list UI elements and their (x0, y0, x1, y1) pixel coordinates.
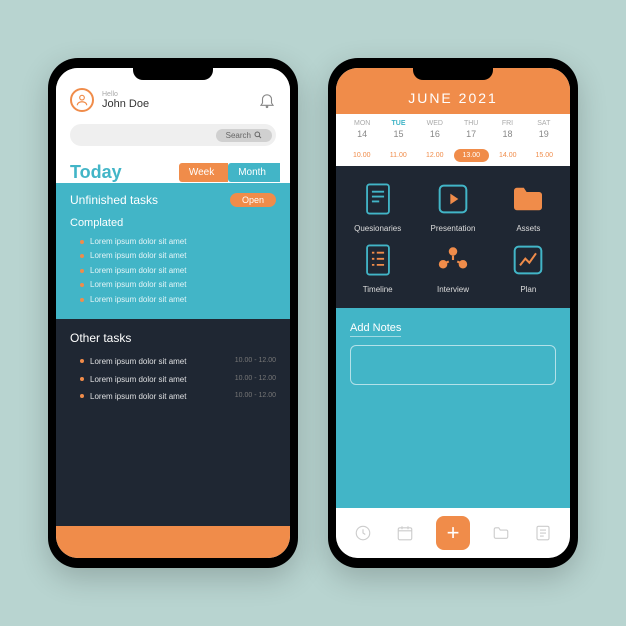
weekday[interactable]: FRI (489, 120, 525, 127)
nav-dashboard-icon[interactable] (352, 522, 374, 544)
weekday[interactable]: THU (453, 120, 489, 127)
daynum[interactable]: 18 (489, 129, 525, 139)
search-icon (254, 131, 262, 139)
screen-right: JUNE 2021 MON TUE WED THU FRI SAT 14 15 … (336, 68, 570, 558)
tab-week[interactable]: Week (179, 163, 228, 182)
daynum[interactable]: 17 (453, 129, 489, 139)
unfinished-label: Unfinished tasks (70, 193, 158, 207)
other-tasks-panel: Other tasks Lorem ipsum dolor sit amet 10… (56, 319, 290, 526)
daynum-row: 14 15 16 17 18 19 (336, 129, 570, 145)
bell-icon[interactable] (258, 91, 276, 109)
open-button[interactable]: Open (230, 193, 276, 207)
notch (133, 66, 213, 80)
search-input[interactable]: Search (70, 124, 276, 146)
task-text: Lorem ipsum dolor sit amet (90, 371, 186, 389)
phone-right: JUNE 2021 MON TUE WED THU FRI SAT 14 15 … (328, 58, 578, 568)
task-time: 10.00 - 12.00 (235, 388, 276, 406)
search-button[interactable]: Search (216, 129, 272, 142)
time-slot[interactable]: 10.00 (344, 149, 380, 162)
category-label: Assets (516, 224, 540, 233)
avatar[interactable] (70, 88, 94, 112)
task-item[interactable]: Lorem ipsum dolor sit amet (80, 264, 276, 278)
hello-label: Hello (102, 91, 149, 98)
other-task-list: Lorem ipsum dolor sit amet10.00 - 12.00 … (70, 353, 276, 406)
category-interview[interactable]: Interview (419, 241, 486, 294)
category-grid: Quesionaries Presentation Assets Timelin… (336, 166, 570, 308)
folder-icon (509, 180, 547, 218)
weekday[interactable]: MON (344, 120, 380, 127)
view-tabs: Today Week Month (56, 156, 290, 183)
play-icon (434, 180, 472, 218)
category-quesionaries[interactable]: Quesionaries (344, 180, 411, 233)
tab-month[interactable]: Month (228, 163, 280, 182)
footer-bar (56, 526, 290, 558)
chart-icon (509, 241, 547, 279)
screen-left: Hello John Doe Search Today Week Month U… (56, 68, 290, 558)
notch (413, 66, 493, 80)
nav-folder-icon[interactable] (490, 522, 512, 544)
daynum[interactable]: 16 (417, 129, 453, 139)
time-slot[interactable]: 14.00 (490, 149, 526, 162)
category-timeline[interactable]: Timeline (344, 241, 411, 294)
task-text: Lorem ipsum dolor sit amet (90, 353, 186, 371)
time-slot-active[interactable]: 13.00 (454, 149, 490, 162)
category-label: Interview (437, 285, 469, 294)
notes-label: Add Notes (350, 322, 401, 337)
task-time: 10.00 - 12.00 (235, 353, 276, 371)
task-item[interactable]: Lorem ipsum dolor sit amet 10.00 - 12.00 (80, 371, 276, 389)
task-item[interactable]: Lorem ipsum dolor sit amet (80, 235, 276, 249)
daynum[interactable]: 14 (344, 129, 380, 139)
task-time: 10.00 - 12.00 (235, 371, 276, 389)
notes-input[interactable] (350, 345, 556, 385)
task-text: Lorem ipsum dolor sit amet (90, 388, 186, 406)
category-plan[interactable]: Plan (495, 241, 562, 294)
document-icon (359, 180, 397, 218)
user-block[interactable]: Hello John Doe (70, 88, 149, 112)
time-row: 10.00 11.00 12.00 13.00 14.00 15.00 (342, 145, 564, 166)
people-icon (434, 241, 472, 279)
other-tasks-label: Other tasks (70, 331, 276, 345)
time-slot[interactable]: 15.00 (527, 149, 563, 162)
category-label: Timeline (363, 285, 393, 294)
list-icon (359, 241, 397, 279)
notes-panel: Add Notes (336, 308, 570, 508)
completed-task-list: Lorem ipsum dolor sit amet Lorem ipsum d… (70, 235, 276, 307)
category-assets[interactable]: Assets (495, 180, 562, 233)
time-slot[interactable]: 11.00 (381, 149, 417, 162)
bottom-nav: + (336, 508, 570, 558)
daynum[interactable]: 15 (380, 129, 416, 139)
tab-today[interactable]: Today (70, 162, 175, 183)
nav-add-button[interactable]: + (436, 516, 470, 550)
category-label: Plan (520, 285, 536, 294)
task-item[interactable]: Lorem ipsum dolor sit amet 10.00 - 12.00 (80, 353, 276, 371)
category-label: Presentation (431, 224, 476, 233)
daynum[interactable]: 19 (526, 129, 562, 139)
nav-notes-icon[interactable] (532, 522, 554, 544)
nav-calendar-icon[interactable] (394, 522, 416, 544)
phone-left: Hello John Doe Search Today Week Month U… (48, 58, 298, 568)
category-label: Quesionaries (354, 224, 401, 233)
category-presentation[interactable]: Presentation (419, 180, 486, 233)
search-button-label: Search (226, 131, 251, 140)
weekday-row: MON TUE WED THU FRI SAT (336, 114, 570, 129)
weekday[interactable]: SAT (526, 120, 562, 127)
weekday-active[interactable]: TUE (380, 120, 416, 127)
username-label: John Doe (102, 98, 149, 110)
task-item[interactable]: Lorem ipsum dolor sit amet (80, 293, 276, 307)
completed-label: Complated (70, 217, 276, 229)
weekday[interactable]: WED (417, 120, 453, 127)
task-item[interactable]: Lorem ipsum dolor sit amet (80, 249, 276, 263)
task-item[interactable]: Lorem ipsum dolor sit amet (80, 278, 276, 292)
time-slot[interactable]: 12.00 (417, 149, 453, 162)
tasks-panel: Unfinished tasks Open Complated Lorem ip… (56, 183, 290, 319)
task-item[interactable]: Lorem ipsum dolor sit amet 10.00 - 12.00 (80, 388, 276, 406)
